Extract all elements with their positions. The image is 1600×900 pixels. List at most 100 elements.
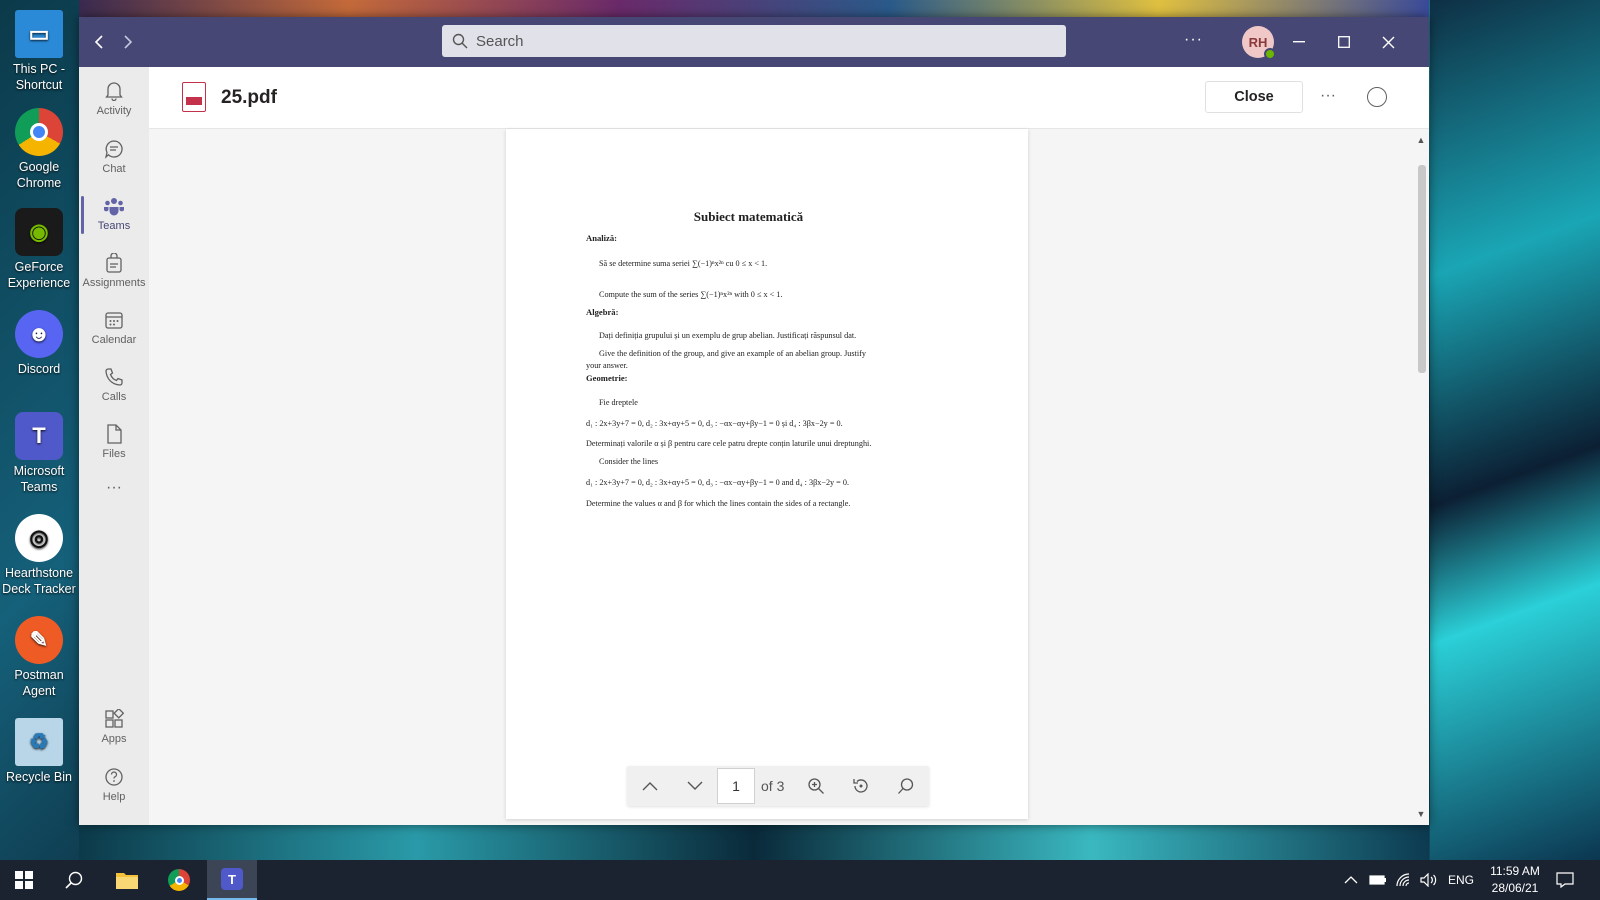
algebra-text-ro: Dați definiția grupului și un exemplu de… — [599, 331, 857, 340]
desktop-icon-postman[interactable]: ✎ Postman Agent — [0, 616, 78, 699]
recycle-bin-icon: ♻ — [15, 718, 63, 766]
file-more-options-button[interactable]: ··· — [1320, 87, 1336, 105]
minimize-icon — [1293, 41, 1305, 43]
zoom-in-button[interactable] — [803, 774, 829, 798]
rail-item-label: Apps — [101, 733, 127, 745]
scroll-thumb[interactable] — [1418, 165, 1426, 373]
section-heading-algebra: Algebră: — [586, 307, 619, 317]
volume-indicator[interactable] — [1420, 860, 1438, 900]
desktop-icon-label: Discord — [17, 362, 61, 376]
rail-item-assignments[interactable]: Assignments — [79, 245, 149, 299]
file-icon — [102, 422, 126, 446]
folder-icon — [116, 873, 138, 889]
rail-item-help[interactable]: Help — [79, 759, 149, 813]
teams-icon — [102, 194, 126, 218]
discord-icon: ☻ — [15, 310, 63, 358]
zoom-in-icon — [808, 778, 824, 794]
desktop-icon-geforce[interactable]: ◉ GeForce Experience — [0, 208, 78, 291]
document-title: Subiect matematică — [693, 209, 804, 224]
start-button[interactable] — [0, 860, 48, 900]
previous-page-button[interactable] — [637, 774, 663, 798]
chat-icon — [102, 137, 126, 161]
chevron-down-icon — [687, 781, 703, 790]
wallpaper — [1430, 0, 1600, 860]
taskbar-teams[interactable]: T — [207, 860, 257, 900]
desktop-icon-label: Postman Agent — [14, 668, 64, 698]
network-indicator[interactable] — [1396, 860, 1412, 900]
rotate-button[interactable] — [848, 774, 874, 798]
close-window-button[interactable] — [1373, 27, 1403, 57]
rail-item-calendar[interactable]: Calendar — [79, 302, 149, 356]
bell-icon — [102, 79, 126, 103]
assignments-icon — [102, 251, 126, 275]
desktop-icons: ▭ This PC - Shortcut Google Chrome ◉ GeF… — [0, 0, 78, 860]
speaker-icon — [1420, 873, 1437, 887]
action-center-button[interactable] — [1556, 860, 1574, 900]
calendar-icon — [102, 308, 126, 332]
search-icon — [65, 871, 83, 889]
back-button[interactable] — [89, 31, 111, 53]
scroll-up-arrow[interactable]: ▲ — [1416, 135, 1426, 145]
find-button[interactable] — [893, 774, 919, 798]
section-heading-analysis: Analiză: — [586, 233, 618, 243]
clock-date: 28/06/21 — [1491, 881, 1539, 895]
desktop-icon-discord[interactable]: ☻ Discord — [0, 310, 78, 377]
rotate-icon — [853, 779, 868, 793]
phone-icon — [102, 365, 126, 389]
vertical-scrollbar[interactable]: ▲ ▼ — [1411, 129, 1429, 825]
desktop-icon-recycle-bin[interactable]: ♻ Recycle Bin — [0, 718, 78, 785]
maximize-button[interactable] — [1329, 27, 1359, 57]
desktop-icon-chrome[interactable]: Google Chrome — [0, 108, 78, 191]
rail-item-calls[interactable]: Calls — [79, 359, 149, 413]
rail-item-apps[interactable]: Apps — [79, 701, 149, 755]
rail-item-teams[interactable]: Teams — [79, 188, 149, 242]
file-title: 25.pdf — [221, 87, 277, 108]
taskbar-search-button[interactable] — [50, 860, 98, 900]
chevron-up-icon — [1344, 876, 1358, 884]
rail-item-chat[interactable]: Chat — [79, 131, 149, 185]
search-box[interactable] — [442, 25, 1066, 57]
close-icon — [1382, 36, 1394, 48]
taskbar-chrome[interactable] — [155, 860, 203, 900]
desktop-icon-teams[interactable]: T Microsoft Teams — [0, 412, 78, 495]
app-bar: Activity Chat Teams Assignments Calendar… — [79, 67, 149, 825]
more-options-button[interactable]: ··· — [1184, 31, 1203, 49]
taskbar-file-explorer[interactable] — [103, 860, 151, 900]
scroll-down-arrow[interactable]: ▼ — [1416, 809, 1426, 819]
clock[interactable]: 11:59 AM 28/06/21 — [1480, 863, 1550, 897]
rail-item-label: Chat — [102, 163, 126, 175]
chrome-icon — [168, 869, 190, 891]
conversation-icon[interactable] — [1367, 87, 1387, 107]
rail-more-apps[interactable]: ··· — [79, 479, 149, 509]
taskbar: T ENG 11:59 AM 28/06/21 — [0, 860, 1600, 900]
desktop-icon-hearthstone[interactable]: ◎ Hearthstone Deck Tracker — [0, 514, 78, 597]
minimize-button[interactable] — [1284, 27, 1314, 57]
clock-time: 11:59 AM — [1490, 864, 1540, 878]
next-page-button[interactable] — [682, 774, 708, 798]
postman-icon: ✎ — [15, 616, 63, 664]
battery-icon — [1369, 875, 1386, 885]
rail-item-activity[interactable]: Activity — [79, 73, 149, 127]
pdf-viewer: Subiect matematică Analiză: Să se determ… — [149, 129, 1411, 825]
battery-indicator[interactable] — [1369, 860, 1387, 900]
desktop-icon-this-pc[interactable]: ▭ This PC - Shortcut — [0, 10, 78, 93]
wallpaper — [79, 0, 1429, 17]
presence-badge — [1264, 48, 1276, 60]
avatar[interactable]: RH — [1242, 26, 1276, 60]
desktop-icon-label: Hearthstone Deck Tracker — [2, 566, 76, 596]
geometry-question-ro: Determinați valorile α și β pentru care … — [586, 439, 872, 448]
avatar-initials: RH — [1248, 34, 1268, 50]
show-hidden-icons[interactable] — [1344, 860, 1358, 900]
search-input[interactable] — [476, 32, 1036, 50]
page-number-input[interactable] — [717, 768, 755, 804]
desktop-icon-label: Recycle Bin — [6, 770, 72, 784]
close-file-button[interactable]: Close — [1205, 81, 1303, 113]
analysis-text-ro: Să se determine suma seriei ∑(−1)ⁿx²ⁿ cu… — [599, 259, 768, 268]
rail-item-files[interactable]: Files — [79, 416, 149, 470]
rail-item-label: Teams — [97, 220, 131, 232]
input-language[interactable]: ENG — [1448, 860, 1474, 900]
chevron-right-icon — [124, 35, 133, 49]
apps-icon — [102, 707, 126, 731]
pdf-file-icon — [182, 82, 206, 112]
forward-button[interactable] — [117, 31, 139, 53]
